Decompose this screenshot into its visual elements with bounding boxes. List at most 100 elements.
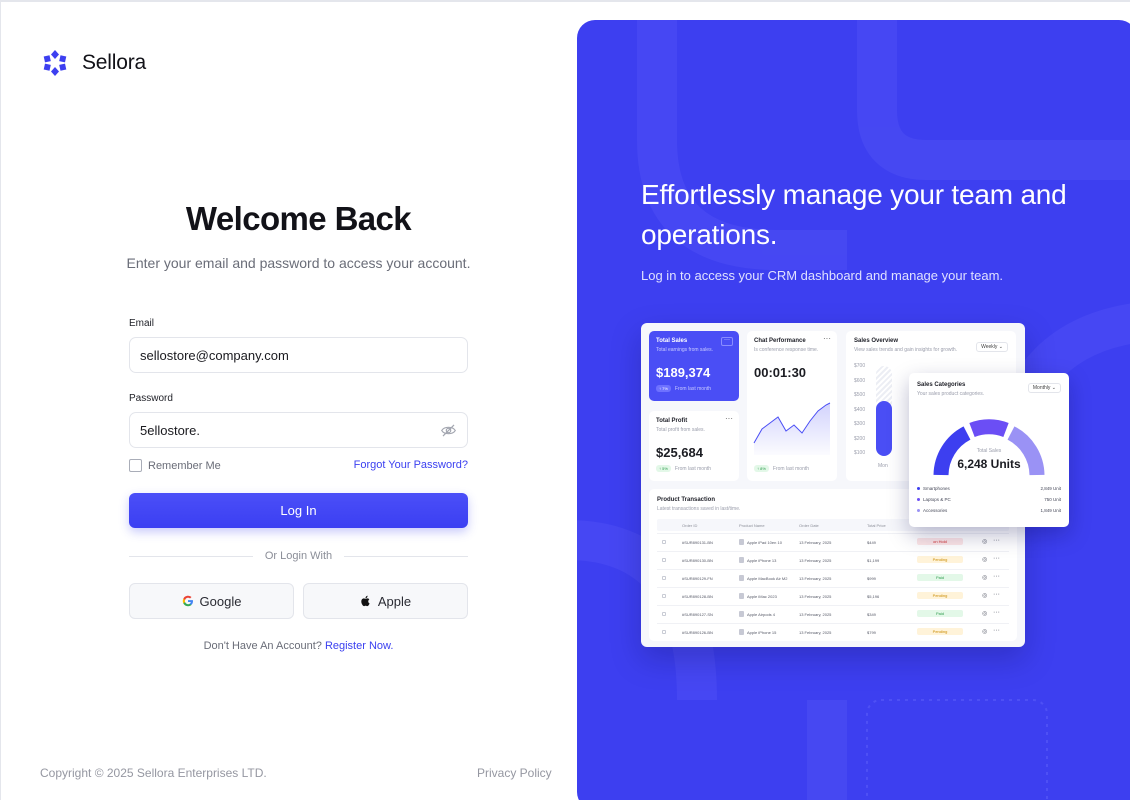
password-input[interactable] xyxy=(140,422,457,438)
row-checkbox[interactable] xyxy=(662,630,666,634)
total-sales-value: $189,374 xyxy=(656,365,711,380)
period-dropdown[interactable]: Weekly ⌄ xyxy=(976,342,1008,352)
register-row: Don't Have An Account? Register Now. xyxy=(129,640,468,652)
privacy-policy-link[interactable]: Privacy Policy xyxy=(477,766,552,780)
chat-value: 00:01:30 xyxy=(754,365,807,380)
more-icon[interactable]: ··· xyxy=(993,537,1000,544)
product-thumbnail xyxy=(739,629,744,635)
overview-bar xyxy=(876,401,892,456)
order-date-cell: 13 February, 2025 xyxy=(799,594,832,599)
view-icon[interactable]: ◎ xyxy=(982,628,987,635)
hero-title: Effortlessly manage your team and operat… xyxy=(641,179,1067,250)
order-id-cell: #SUR890131-BN xyxy=(682,540,713,545)
table-row[interactable]: #SUR890127-SN Apple Airpods 4 13 February,… xyxy=(657,605,1009,622)
view-icon[interactable]: ◎ xyxy=(982,592,987,599)
row-checkbox[interactable] xyxy=(662,612,666,616)
status-badge: Pending xyxy=(917,556,963,563)
google-login-button[interactable]: Google xyxy=(129,583,294,619)
row-checkbox[interactable] xyxy=(662,558,666,562)
register-link[interactable]: Register Now. xyxy=(325,640,393,652)
profit-note: From last month xyxy=(674,465,712,472)
brand[interactable]: Sellora xyxy=(40,48,146,78)
view-icon[interactable]: ◎ xyxy=(982,556,987,563)
order-id-cell: #SUR890129-FN xyxy=(682,576,713,581)
row-checkbox[interactable] xyxy=(662,594,666,598)
total-sales-card: Total Sales Total earnings from sales. ·… xyxy=(649,331,739,401)
overview-y-axis: $700 $600 $500 $400 $300 $200 $100 xyxy=(854,363,865,456)
total-price-cell: $1,199 xyxy=(867,558,880,563)
categories-period-label: Monthly xyxy=(1032,385,1051,391)
apple-login-button[interactable]: Apple xyxy=(303,583,468,619)
product-thumbnail xyxy=(739,611,744,617)
legend-label: Laptops & PC xyxy=(923,497,951,502)
total-price-cell: $349 xyxy=(867,612,876,617)
table-row[interactable]: #SUR890128-BN Apple iMac 2023 13 February,… xyxy=(657,587,1009,604)
chat-title: Chat Performance xyxy=(754,338,806,344)
more-icon[interactable]: ··· xyxy=(993,627,1000,634)
forgot-password-link[interactable]: Forgot Your Password? xyxy=(354,459,468,471)
more-icon[interactable]: ··· xyxy=(721,337,733,346)
login-button[interactable]: Log In xyxy=(129,493,468,528)
more-icon[interactable]: ··· xyxy=(725,415,733,423)
product-thumbnail xyxy=(739,593,744,599)
apple-icon xyxy=(361,595,370,607)
overview-day: Mon xyxy=(878,463,888,469)
total-price-cell: $799 xyxy=(867,630,876,635)
table-row[interactable]: #SUR890130-BN Apple iPhone 13 13 February,… xyxy=(657,551,1009,568)
more-icon[interactable]: ··· xyxy=(993,573,1000,580)
product-name-cell: Apple iPhone 15 xyxy=(747,630,777,635)
row-checkbox[interactable] xyxy=(662,540,666,544)
overview-caption: View sales trends and gain insights for … xyxy=(854,347,958,353)
overview-title: Sales Overview xyxy=(854,338,899,344)
order-id-cell: #SUR890128-BN xyxy=(682,594,713,599)
total-sales-note: From last month xyxy=(674,385,712,392)
legend-dot xyxy=(917,498,920,502)
table-row[interactable]: #SUR890129-FN Apple MacBook Air M2 13 Febr… xyxy=(657,569,1009,586)
divider-line-right xyxy=(344,555,468,557)
table-row[interactable]: #SUR890131-BN Apple iPad 10en 10 13 Februa… xyxy=(657,533,1009,550)
checkbox-box[interactable] xyxy=(129,459,142,472)
legend-label: Accessories xyxy=(923,508,948,513)
status-badge: Paid xyxy=(917,574,963,581)
row-checkbox[interactable] xyxy=(662,576,666,580)
total-price-cell: $449 xyxy=(867,540,876,545)
product-thumbnail xyxy=(739,557,744,563)
order-date-cell: 13 February, 2025 xyxy=(799,630,832,635)
total-profit-card: Total Profit Total profit from sales. ··… xyxy=(649,411,739,481)
flower-logo-icon xyxy=(43,50,67,76)
view-icon[interactable]: ◎ xyxy=(982,574,987,581)
column-header: Order Date xyxy=(799,523,819,528)
product-name-cell: Apple iMac 2023 xyxy=(747,594,777,599)
y-tick: $700 xyxy=(854,363,866,369)
chat-change: ↑ 8% xyxy=(754,465,769,472)
legend-item: Laptops & PC 750 Unit xyxy=(917,497,1061,502)
categories-period-dropdown[interactable]: Monthly ⌄ xyxy=(1027,383,1061,393)
divider-text: Or Login With xyxy=(264,550,333,562)
or-divider: Or Login With xyxy=(129,549,468,563)
y-tick: $200 xyxy=(854,435,866,442)
more-icon[interactable]: ··· xyxy=(823,335,831,343)
remember-me-checkbox[interactable]: Remember Me xyxy=(129,459,221,472)
email-label: Email xyxy=(129,318,155,329)
eye-off-icon[interactable] xyxy=(440,422,457,439)
categories-title: Sales Categories xyxy=(917,382,966,388)
legend-dot xyxy=(917,509,920,513)
column-header: Order ID xyxy=(682,523,698,528)
view-icon[interactable]: ◎ xyxy=(982,538,987,545)
product-thumbnail xyxy=(739,575,744,581)
view-icon[interactable]: ◎ xyxy=(982,610,987,617)
more-icon[interactable]: ··· xyxy=(993,591,1000,598)
email-input[interactable] xyxy=(140,347,457,363)
product-name-cell: Apple MacBook Air M2 xyxy=(747,576,788,581)
email-field[interactable] xyxy=(129,337,468,373)
table-row[interactable]: #SUR890126-BN Apple iPhone 15 13 February,… xyxy=(657,623,1009,640)
more-icon[interactable]: ··· xyxy=(993,555,1000,562)
remember-me-label: Remember Me xyxy=(148,459,221,472)
password-field[interactable] xyxy=(129,412,468,448)
status-badge: on Hold xyxy=(917,538,963,545)
hero-panel: Effortlessly manage your team and operat… xyxy=(577,20,1130,800)
chat-note: From last month xyxy=(772,465,810,472)
more-icon[interactable]: ··· xyxy=(993,609,1000,616)
column-header: Total Price xyxy=(867,523,886,528)
divider-line-left xyxy=(129,555,253,557)
